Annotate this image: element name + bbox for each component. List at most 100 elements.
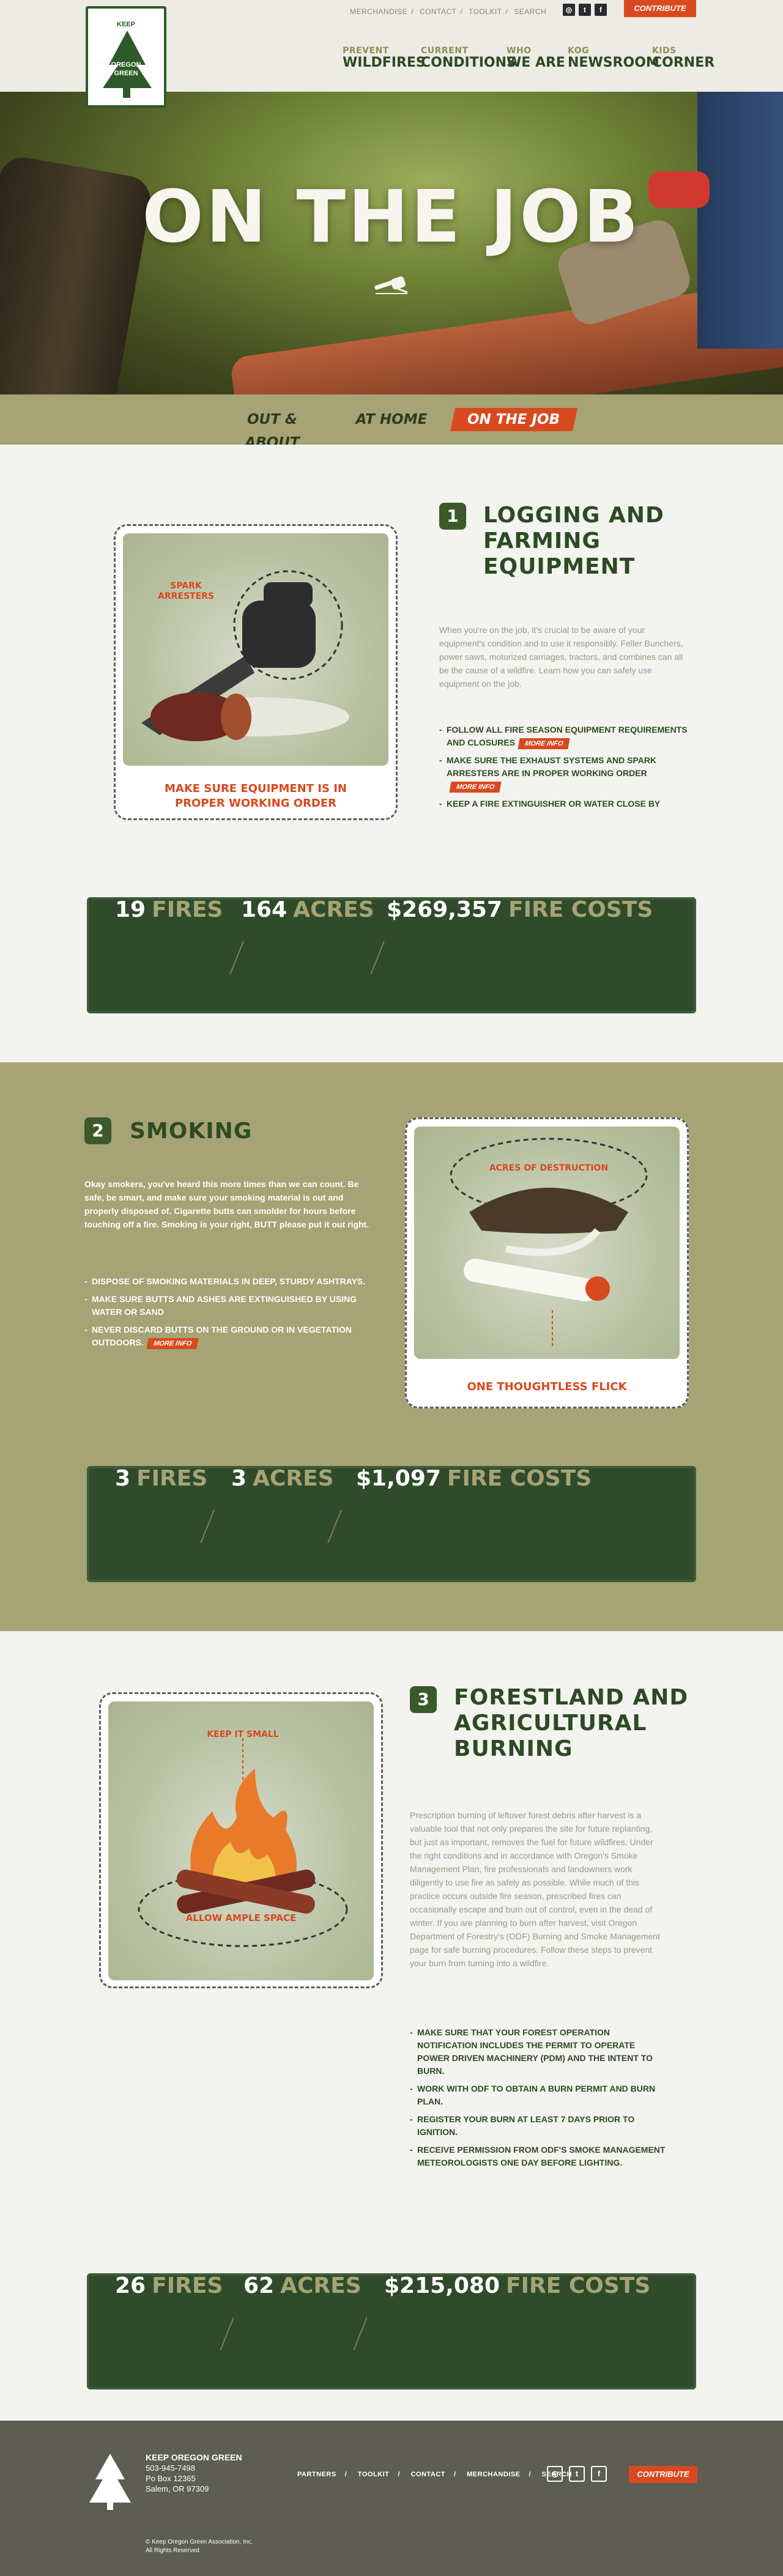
bullet-item: Never discard butts on the ground or in …	[84, 1323, 378, 1349]
tab-label: ON THE JOB	[467, 412, 560, 427]
utility-link-search[interactable]: SEARCH	[514, 7, 546, 16]
instagram-icon[interactable]: ◎	[563, 4, 575, 16]
footer-city: Salem, OR 97309	[146, 2484, 209, 2493]
nav-small-label: KIDS	[652, 46, 677, 56]
illustration-caption: ONE THOUGHTLESS FLICK	[407, 1380, 687, 1394]
stat-fires: 3 FIRES	[115, 1466, 207, 1582]
bullet-text: Make sure that your forest operation not…	[417, 2027, 653, 2076]
section-title: FORESTLAND AND AGRICULTURAL BURNING	[454, 1685, 688, 1762]
stat-value: 164	[241, 897, 288, 922]
tab-at-home[interactable]: AT HOME	[355, 408, 428, 431]
title-line: FORESTLAND AND	[454, 1685, 689, 1710]
facebook-icon[interactable]: f	[591, 2466, 607, 2482]
keep-it-small-label: KEEP IT SMALL	[207, 1730, 279, 1739]
illustration-cigarette	[414, 1127, 680, 1359]
section-bullets: Follow all fire season equipment require…	[439, 724, 696, 815]
section-bullets: Dispose of smoking materials in deep, st…	[84, 1275, 378, 1354]
page: KEEP OREGON GREEN MERCHANDISE / CONTACT / …	[0, 0, 783, 2576]
acres-of-destruction-label: ACRES OF DESTRUCTION	[489, 1163, 609, 1173]
nav-big-label: CONDITIONS	[421, 55, 516, 70]
stat-fire-costs: $269,357 FIRE COSTS	[387, 897, 653, 1013]
stat-acres: 164 ACRES	[241, 897, 374, 1013]
nav-kids-corner[interactable]: KIDS CORNER	[652, 46, 714, 70]
hero-banner: ON THE JOB	[0, 92, 783, 394]
nav-current-conditions[interactable]: CURRENT CONDITIONS	[421, 46, 516, 70]
bullet-text: Receive permission from ODF's smoke mana…	[417, 2145, 666, 2167]
instagram-icon[interactable]: ◎	[547, 2466, 563, 2482]
more-info-button[interactable]: MORE INFO	[518, 738, 570, 749]
bullet-text: Keep a fire extinguisher or water close …	[447, 799, 661, 809]
title-line: FARMING	[483, 528, 601, 553]
section-body: Okay smokers, you've heard this more tim…	[84, 1179, 369, 1229]
footer-address: KEEP OREGON GREEN 503-945-7498 Po Box 12…	[146, 2452, 242, 2494]
footer-link-partners[interactable]: PARTNERS	[297, 2471, 336, 2478]
nav-small-label: PREVENT	[343, 46, 389, 56]
contribute-button[interactable]: CONTRIBUTE	[624, 0, 696, 17]
stat-value: $215,080	[384, 2273, 500, 2298]
stat-fires: 26 FIRES	[115, 2273, 223, 2389]
stat-fires: 19 FIRES	[115, 897, 223, 1013]
logo-text-green: GREEN	[114, 70, 138, 77]
footer-link-toolkit[interactable]: TOOLKIT	[358, 2471, 390, 2478]
site-footer: KEEP OREGON GREEN 503-945-7498 Po Box 12…	[0, 2421, 783, 2576]
nav-small-label: WHO	[507, 46, 532, 56]
nav-big-label: CORNER	[652, 55, 715, 70]
stat-acres: 3 ACRES	[231, 1466, 334, 1582]
utility-link-toolkit[interactable]: TOOLKIT	[469, 7, 502, 16]
twitter-icon[interactable]: t	[579, 4, 591, 16]
footer-phone[interactable]: 503-945-7498	[146, 2463, 242, 2473]
stat-unit: FIRE COSTS	[506, 2273, 651, 2298]
nav-big-label: WE ARE	[507, 55, 565, 70]
twitter-icon[interactable]: t	[569, 2466, 585, 2482]
title-line: SMOKING	[130, 1119, 253, 1144]
bullet-item: Make sure that your forest operation not…	[410, 2026, 667, 2078]
nav-prevent-wildfires[interactable]: PREVENT WILDFIRES	[343, 46, 426, 70]
tab-out-and-about[interactable]: OUT & ABOUT	[226, 408, 318, 451]
stat-unit: ACRES	[280, 2273, 362, 2298]
utility-link-contact[interactable]: CONTACT	[420, 7, 457, 16]
nav-kog-newsroom[interactable]: KOG NEWSROOM	[568, 46, 659, 70]
tab-on-the-job[interactable]: ON THE JOB	[450, 408, 578, 431]
cigarette-illustration	[450, 1138, 648, 1347]
rights-text: All Rights Reserved	[146, 2547, 199, 2554]
stat-unit: ACRES	[253, 1466, 334, 1491]
section-number-badge: 1	[439, 503, 466, 530]
footer-copyright: © Keep Oregon Green Association, Inc. Al…	[146, 2538, 253, 2555]
more-info-button[interactable]: MORE INFO	[449, 782, 502, 793]
section-number-badge: 2	[84, 1117, 111, 1144]
stat-unit: FIRES	[152, 897, 223, 922]
bullet-text: Work with ODF to obtain a burn permit an…	[417, 2084, 656, 2106]
illustration-caption: ALLOW AMPLE SPACE	[101, 1911, 381, 1925]
bullet-text: Make sure butts and ashes are extinguish…	[92, 1294, 357, 1317]
footer-link-contact[interactable]: CONTACT	[411, 2471, 445, 2478]
category-tabs: OUT & ABOUT AT HOME ON THE JOB	[0, 394, 783, 451]
section-burning: KEEP IT SMALL ALLOW AMPLE SPACE 3 FOREST…	[0, 1631, 783, 2421]
title-line: LOGGING AND	[483, 503, 664, 528]
more-info-button[interactable]: MORE INFO	[146, 1338, 199, 1349]
stat-unit: FIRES	[152, 2273, 223, 2298]
bullet-item: Work with ODF to obtain a burn permit an…	[410, 2082, 667, 2108]
footer-link-merchandise[interactable]: MERCHANDISE	[467, 2471, 520, 2478]
stat-value: $1,097	[356, 1466, 441, 1491]
stat-unit: FIRE COSTS	[447, 1466, 592, 1491]
stat-fire-costs: $215,080 FIRE COSTS	[384, 2273, 650, 2389]
stat-value: 62	[243, 2273, 275, 2298]
caption-line: MAKE SURE EQUIPMENT IS IN	[165, 782, 347, 795]
copyright-text: © Keep Oregon Green Association, Inc.	[146, 2539, 253, 2545]
title-line: EQUIPMENT	[483, 554, 636, 579]
footer-logo-tree-icon[interactable]	[86, 2451, 135, 2512]
title-line: BURNING	[454, 1736, 573, 1761]
caption-line: ONE THOUGHTLESS FLICK	[467, 1380, 627, 1393]
facebook-icon[interactable]: f	[595, 4, 607, 16]
bullet-item: Follow all fire season equipment require…	[439, 724, 696, 749]
utility-nav: MERCHANDISE / CONTACT / TOOLKIT / SEARCH	[350, 7, 547, 16]
logo-text-oregon: OREGON	[111, 61, 141, 68]
nav-who-we-are[interactable]: WHO WE ARE	[507, 46, 565, 70]
bullet-text: Register your burn at least 7 days prior…	[417, 2114, 635, 2137]
utility-link-merchandise[interactable]: MERCHANDISE	[350, 7, 407, 16]
stat-value: $269,357	[387, 897, 503, 922]
bullet-item: Register your burn at least 7 days prior…	[410, 2113, 667, 2139]
footer-contribute-button[interactable]: CONTRIBUTE	[629, 2466, 697, 2483]
logo[interactable]: KEEP OREGON GREEN	[86, 6, 166, 108]
stat-unit: ACRES	[293, 897, 374, 922]
